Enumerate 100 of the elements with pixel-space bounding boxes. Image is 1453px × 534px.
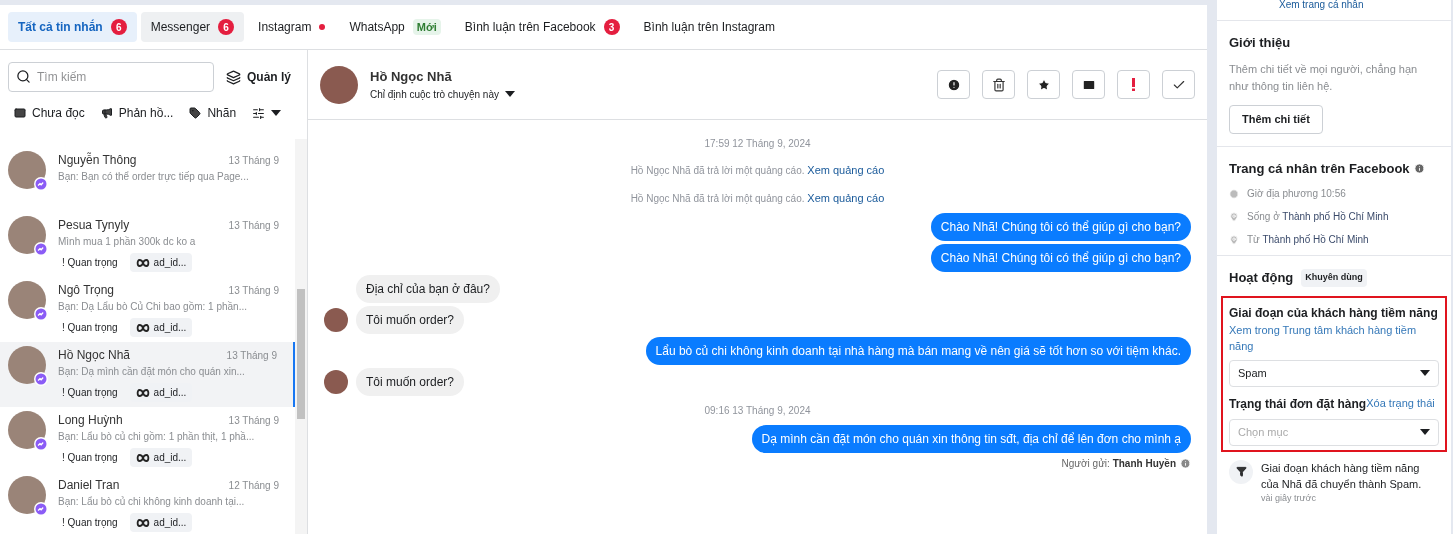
message-preview: Bạn: Bạn có thể order trực tiếp qua Page... bbox=[58, 170, 250, 184]
avatar bbox=[324, 308, 348, 332]
messenger-icon bbox=[34, 437, 48, 451]
profile-link[interactable]: Xem trang cá nhân bbox=[1279, 0, 1364, 10]
search-field[interactable]: Tìm kiếm bbox=[8, 62, 214, 92]
search-icon bbox=[16, 69, 31, 84]
label-tag: ! Quan trọng bbox=[58, 253, 122, 272]
label-tag: ! Quan trọng bbox=[58, 383, 122, 402]
label-tag: ! Quan trọng bbox=[58, 448, 122, 467]
ad-tag: ad_id... bbox=[129, 448, 193, 467]
conversation-item[interactable]: Ngô Trọng 13 Tháng 9 Bạn: Dạ Lẩu bò Củ Chi bao gồm: 1 phần... ! Quan trọng ad_id... bbox=[0, 277, 295, 342]
activity-text: Giai đoạn khách hàng tiềm năng của Nhã đã chuyển thành Spam. bbox=[1261, 460, 1423, 492]
toolbar-button[interactable] bbox=[1027, 70, 1060, 99]
avatar bbox=[8, 411, 46, 449]
caret-icon bbox=[271, 110, 282, 116]
received-message: Địa chỉ của bạn ở đâu? bbox=[356, 275, 500, 303]
view-ad-link[interactable]: Xem quảng cáo bbox=[807, 164, 885, 176]
profile-detail: Từ Thành phố Hồ Chí Minh bbox=[1247, 233, 1369, 247]
filter-button[interactable]: Chưa đọc bbox=[8, 100, 91, 126]
conversation-time: 13 Tháng 9 bbox=[226, 348, 278, 363]
messenger-icon bbox=[34, 372, 48, 386]
tab[interactable]: Tất cả tin nhắn 6 bbox=[8, 12, 137, 42]
add-details-button[interactable]: Thêm chi tiết bbox=[1229, 104, 1323, 134]
avatar bbox=[8, 151, 46, 189]
activity-icon bbox=[1229, 459, 1253, 484]
filter-button[interactable]: Nhãn bbox=[183, 100, 243, 126]
contact-name: Hồ Ngọc Nhã bbox=[370, 68, 453, 87]
conversation-time: 13 Tháng 9 bbox=[228, 413, 280, 428]
conversation-item[interactable]: Daniel Tran 12 Tháng 9 Bạn: Lẩu bò củ chi không kinh doanh tại... ! Quan trọng ad_id... bbox=[0, 472, 295, 534]
assign-dropdown[interactable]: Chỉ định cuộc trò chuyện này bbox=[370, 86, 515, 102]
sent-message: Lẩu bò củ chi không kinh doanh tại nhà hàng mà bán mang về nên giá sẽ tốt hơn so với tiệm khác. bbox=[645, 337, 1191, 365]
section-title: Hoạt động bbox=[1229, 269, 1294, 287]
messenger-icon bbox=[34, 307, 48, 321]
tab[interactable]: WhatsApp Mới bbox=[339, 12, 451, 42]
received-message: Tôi muốn order? bbox=[356, 368, 465, 396]
layers-icon bbox=[226, 69, 241, 85]
tab[interactable]: Messenger 6 bbox=[140, 12, 245, 42]
avatar bbox=[324, 370, 348, 394]
message-preview: Bạn: Lẩu bò củ chi không kinh doanh tại... bbox=[58, 495, 246, 509]
help-icon bbox=[1180, 458, 1191, 469]
count-badge: 6 bbox=[110, 19, 127, 35]
avatar bbox=[320, 65, 358, 104]
stage-dropdown[interactable]: Spam bbox=[1229, 359, 1439, 387]
caret-icon bbox=[1420, 429, 1430, 435]
conversation-item[interactable]: Pesua Tynyly 13 Tháng 9 Mình mua 1 phần 300k dc ko a ! Quan trọng ad_id... bbox=[0, 212, 295, 277]
star-icon bbox=[1036, 77, 1051, 92]
caret-icon bbox=[504, 91, 515, 98]
contact-name: Nguyễn Thông bbox=[58, 151, 137, 169]
sent-message: Dạ mình cần đặt món cho quán xin thông tin sđt, địa chỉ để lên đơn cho mình ạ bbox=[751, 425, 1191, 453]
infinity-icon bbox=[135, 388, 150, 397]
info-icon bbox=[1413, 162, 1425, 174]
pin-icon bbox=[1229, 211, 1239, 222]
profile-detail: Sống ở Thành phố Hồ Chí Minh bbox=[1247, 210, 1389, 224]
toolbar-button[interactable] bbox=[1072, 70, 1105, 99]
timestamp: 09:16 13 Tháng 9, 2024 bbox=[703, 404, 812, 418]
avatar bbox=[8, 281, 46, 319]
field-label: Giai đoạn của khách hàng tiềm năng bbox=[1229, 304, 1439, 322]
contact-name: Pesua Tynyly bbox=[58, 217, 130, 234]
avatar bbox=[8, 476, 46, 514]
pin-icon bbox=[1229, 234, 1239, 245]
count-badge: 6 bbox=[218, 19, 235, 35]
conversation-item[interactable]: Nguyễn Thông 13 Tháng 9 Bạn: Bạn có thể order trực tiếp qua Page... bbox=[0, 147, 295, 212]
sliders-icon bbox=[252, 106, 266, 120]
infinity-icon bbox=[135, 323, 150, 332]
recommended-badge: Khuyên dùng bbox=[1301, 269, 1367, 287]
conversation-item[interactable]: Long Huỳnh 13 Tháng 9 Bạn: Lẩu bò củ chi gồm: 1 phần thịt, 1 phầ... ! Quan trọng ad_id... bbox=[0, 407, 295, 472]
field-label: Trạng thái đơn đặt hàng bbox=[1229, 395, 1367, 413]
avatar bbox=[8, 216, 46, 254]
clear-status-link[interactable]: Xóa trạng thái bbox=[1366, 395, 1435, 412]
view-ad-link[interactable]: Xem quảng cáo bbox=[807, 191, 885, 204]
count-badge: 3 bbox=[603, 19, 620, 35]
contact-name: Long Huỳnh bbox=[58, 412, 123, 429]
tab[interactable]: Bình luận trên Facebook 3 bbox=[454, 12, 630, 42]
toolbar-button[interactable] bbox=[937, 70, 970, 99]
info-icon bbox=[946, 77, 961, 92]
message-preview: Bạn: Dạ mình cần đặt món cho quán xin... bbox=[58, 365, 246, 379]
activity-time: vài giây trước bbox=[1261, 491, 1317, 505]
megaphone-icon bbox=[100, 107, 113, 119]
infinity-icon bbox=[135, 258, 150, 267]
tab[interactable]: Bình luận trên Instagram bbox=[633, 12, 785, 42]
conversation-time: 13 Tháng 9 bbox=[228, 283, 280, 298]
messenger-icon bbox=[34, 177, 48, 191]
new-badge: Mới bbox=[412, 18, 441, 36]
conversation-time: 13 Tháng 9 bbox=[228, 153, 280, 168]
sent-message: Chào Nhã! Chúng tôi có thể giúp gì cho bạn? bbox=[930, 244, 1191, 272]
manage-button[interactable]: Quản lý bbox=[226, 68, 291, 86]
contact-name: Ngô Trọng bbox=[58, 282, 115, 299]
tag-icon bbox=[189, 107, 202, 119]
conversation-time: 13 Tháng 9 bbox=[228, 218, 280, 233]
section-title: Giới thiệu bbox=[1229, 34, 1292, 52]
profile-detail: Giờ địa phương 10:56 bbox=[1247, 187, 1346, 201]
lead-center-link[interactable]: Xem trong Trung tâm khách hàng tiềm năng bbox=[1229, 321, 1439, 354]
label-tag: ! Quan trọng bbox=[58, 318, 122, 337]
timestamp: 17:59 12 Tháng 9, 2024 bbox=[703, 137, 812, 151]
exclamation-icon bbox=[1132, 78, 1135, 91]
trash-icon bbox=[991, 77, 1006, 92]
filter-button[interactable]: Phản hồ... bbox=[94, 100, 180, 126]
tab[interactable]: Instagram bbox=[248, 12, 336, 42]
message-preview: Bạn: Dạ Lẩu bò Củ Chi bao gồm: 1 phần... bbox=[58, 300, 248, 314]
conversation-item[interactable]: Hồ Ngọc Nhã 13 Tháng 9 Bạn: Dạ mình cần đặt món cho quán xin... ! Quan trọng ad_id... bbox=[0, 342, 295, 407]
